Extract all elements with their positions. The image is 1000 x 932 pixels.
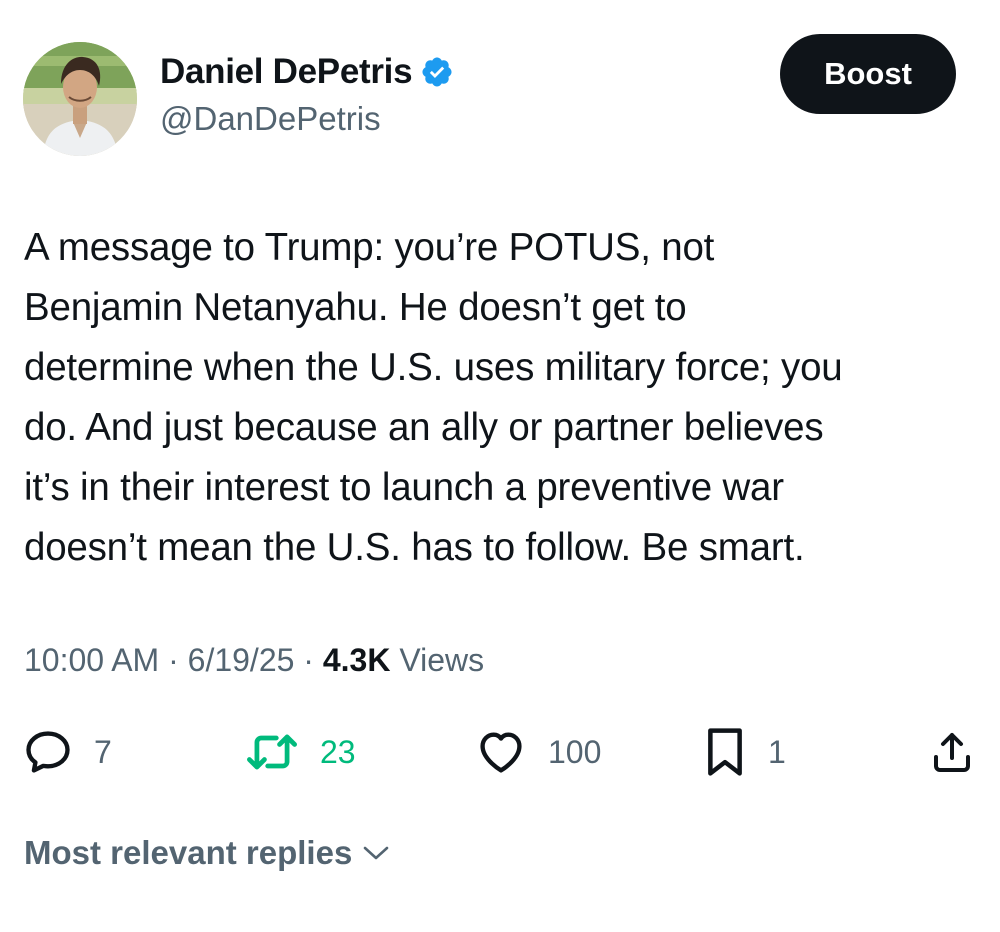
author-display-name[interactable]: Daniel DePetris <box>160 52 413 92</box>
like-count: 100 <box>548 733 602 770</box>
meta-separator: · <box>168 642 179 678</box>
reply-button[interactable]: 7 <box>22 724 112 780</box>
bookmark-button[interactable]: 1 <box>702 724 786 780</box>
replies-sort-dropdown[interactable]: Most relevant replies <box>24 834 390 872</box>
like-button[interactable]: 100 <box>474 724 601 780</box>
chevron-down-icon <box>363 846 389 860</box>
action-bar: 7 23 100 1 <box>0 724 1000 780</box>
tweet-meta: 10:00 AM · 6/19/25 · 4.3K Views <box>24 642 484 679</box>
author-name-row[interactable]: Daniel DePetris <box>160 52 454 92</box>
verified-badge-icon[interactable] <box>420 55 454 89</box>
tweet-text-line: Benjamin Netanyahu. He doesn’t get to <box>24 286 687 329</box>
tweet-text-line: it’s in their interest to launch a preve… <box>24 466 784 509</box>
tweet-text: A message to Trump: you’re POTUS, not Be… <box>24 218 984 578</box>
speech-bubble-icon <box>26 731 70 773</box>
tweet-text-line: do. And just because an ally or partner … <box>24 406 824 449</box>
tweet-date[interactable]: 6/19/25 <box>188 642 295 678</box>
repost-arrows-icon <box>247 734 297 770</box>
views-label[interactable]: Views <box>399 642 484 678</box>
reply-count: 7 <box>94 733 112 770</box>
boost-button[interactable]: Boost <box>780 34 956 114</box>
repost-count: 23 <box>320 733 356 770</box>
share-button[interactable] <box>928 724 976 780</box>
tweet-text-line: A message to Trump: you’re POTUS, not <box>24 226 715 269</box>
author-handle[interactable]: @DanDePetris <box>160 100 381 138</box>
share-upload-icon <box>934 733 970 772</box>
meta-separator: · <box>303 642 314 678</box>
tweet-time[interactable]: 10:00 AM <box>24 642 159 678</box>
bookmark-count: 1 <box>768 733 786 770</box>
tweet-text-line: doesn’t mean the U.S. has to follow. Be … <box>24 526 805 569</box>
heart-icon <box>480 732 522 773</box>
tweet-text-line: determine when the U.S. uses military fo… <box>24 346 843 389</box>
bookmark-icon <box>708 728 742 776</box>
views-count[interactable]: 4.3K <box>323 642 391 678</box>
repost-button[interactable]: 23 <box>244 724 356 780</box>
replies-sort-label: Most relevant replies <box>24 834 353 871</box>
avatar[interactable] <box>23 42 137 156</box>
